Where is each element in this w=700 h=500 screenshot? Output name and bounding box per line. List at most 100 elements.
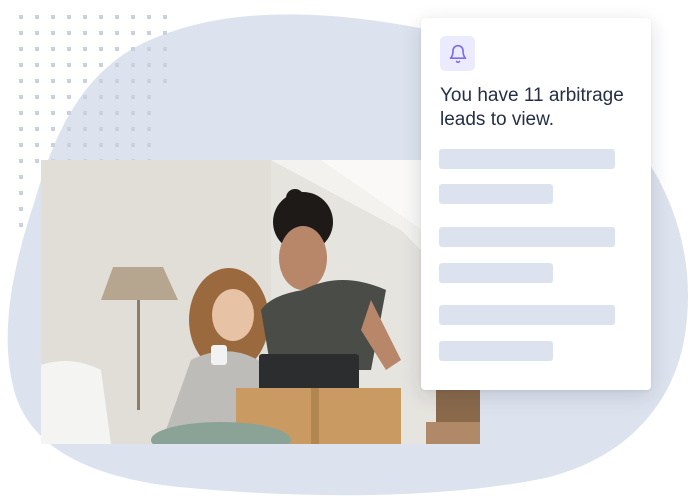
- grid-dot: [51, 63, 55, 67]
- placeholder-line: [439, 149, 615, 169]
- grid-dot: [19, 207, 23, 211]
- grid-dot: [83, 143, 87, 147]
- grid-dot: [83, 127, 87, 131]
- grid-dot: [51, 79, 55, 83]
- grid-dot: [131, 111, 135, 115]
- grid-dot: [99, 143, 103, 147]
- grid-dot: [83, 47, 87, 51]
- grid-dot: [19, 79, 23, 83]
- grid-dot: [67, 127, 71, 131]
- grid-dot: [83, 31, 87, 35]
- grid-dot: [131, 63, 135, 67]
- grid-dot: [67, 143, 71, 147]
- grid-dot: [115, 15, 119, 19]
- grid-dot: [147, 15, 151, 19]
- grid-dot: [35, 143, 39, 147]
- grid-dot: [19, 31, 23, 35]
- grid-dot: [51, 31, 55, 35]
- grid-dot: [115, 111, 119, 115]
- grid-dot: [19, 143, 23, 147]
- grid-dot: [67, 31, 71, 35]
- grid-dot: [35, 111, 39, 115]
- grid-dot: [19, 63, 23, 67]
- grid-dot: [19, 111, 23, 115]
- grid-dot: [51, 143, 55, 147]
- grid-dot: [115, 31, 119, 35]
- grid-dot: [163, 15, 167, 19]
- grid-dot: [147, 111, 151, 115]
- grid-dot: [115, 79, 119, 83]
- grid-dot: [83, 79, 87, 83]
- grid-dot: [115, 95, 119, 99]
- grid-dot: [131, 31, 135, 35]
- sofa: [41, 361, 111, 444]
- bell-icon-badge: [440, 36, 475, 71]
- grid-dot: [147, 143, 151, 147]
- photo-illustration: [41, 160, 480, 444]
- grid-dot: [115, 63, 119, 67]
- placeholder-line: [439, 184, 553, 204]
- grid-dot: [19, 127, 23, 131]
- grid-dot: [19, 15, 23, 19]
- grid-dot: [115, 127, 119, 131]
- grid-dot: [67, 79, 71, 83]
- grid-dot: [163, 63, 167, 67]
- grid-dot: [147, 63, 151, 67]
- grid-dot: [131, 15, 135, 19]
- grid-dot: [35, 47, 39, 51]
- grid-dot: [67, 95, 71, 99]
- grid-dot: [35, 31, 39, 35]
- mug: [211, 345, 227, 365]
- grid-dot: [51, 95, 55, 99]
- grid-dot: [115, 143, 119, 147]
- grid-dot: [51, 47, 55, 51]
- grid-dot: [99, 127, 103, 131]
- grid-dot: [147, 47, 151, 51]
- grid-dot: [131, 79, 135, 83]
- grid-dot: [99, 79, 103, 83]
- grid-dot: [67, 111, 71, 115]
- notification-card: You have 11 arbitrage leads to view.: [421, 18, 651, 390]
- grid-dot: [147, 79, 151, 83]
- grid-dot: [99, 47, 103, 51]
- notification-message: You have 11 arbitrage leads to view.: [440, 85, 624, 130]
- grid-dot: [35, 15, 39, 19]
- grid-dot: [99, 15, 103, 19]
- grid-dot: [51, 127, 55, 131]
- grid-dot: [99, 95, 103, 99]
- woman-face: [212, 289, 254, 341]
- hero-photo: [41, 160, 480, 444]
- lamp-pole: [137, 300, 140, 410]
- grid-dot: [35, 159, 39, 163]
- grid-dot: [163, 79, 167, 83]
- grid-dot: [147, 127, 151, 131]
- placeholder-line: [439, 263, 553, 283]
- grid-dot: [19, 47, 23, 51]
- placeholder-line: [439, 227, 615, 247]
- grid-dot: [67, 15, 71, 19]
- grid-dot: [99, 31, 103, 35]
- grid-dot: [131, 127, 135, 131]
- grid-dot: [163, 47, 167, 51]
- grid-dot: [35, 63, 39, 67]
- grid-dot: [83, 95, 87, 99]
- grid-dot: [147, 95, 151, 99]
- grid-dot: [163, 31, 167, 35]
- grid-dot: [131, 47, 135, 51]
- grid-dot: [83, 63, 87, 67]
- grid-dot: [35, 95, 39, 99]
- grid-dot: [115, 47, 119, 51]
- grid-dot: [83, 111, 87, 115]
- grid-dot: [131, 95, 135, 99]
- grid-dot: [83, 15, 87, 19]
- grid-dot: [99, 63, 103, 67]
- placeholder-line: [439, 341, 553, 361]
- man-face: [279, 226, 327, 290]
- grid-dot: [19, 95, 23, 99]
- grid-dot: [35, 127, 39, 131]
- bell-icon: [449, 44, 466, 63]
- grid-dot: [131, 143, 135, 147]
- grid-dot: [19, 191, 23, 195]
- grid-dot: [19, 159, 23, 163]
- grid-dot: [147, 31, 151, 35]
